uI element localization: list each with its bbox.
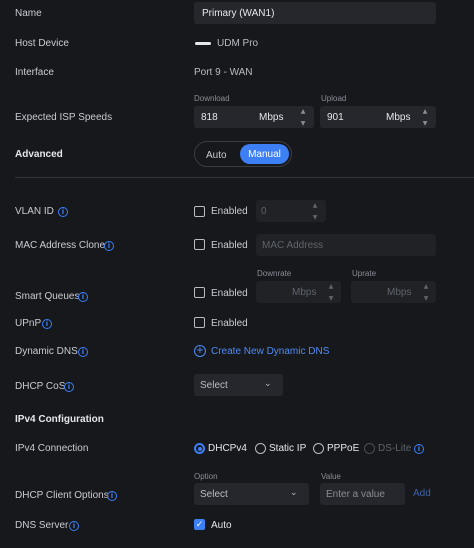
isp-speeds-label: Expected ISP Speeds — [15, 112, 113, 123]
vlan-id-input[interactable]: 0 ▲ ▼ — [256, 200, 326, 222]
advanced-label: Advanced — [15, 149, 63, 160]
mac-clone-checkbox[interactable] — [194, 239, 205, 250]
interface-label: Interface — [15, 67, 54, 78]
advanced-auto-option[interactable]: Auto — [206, 150, 227, 161]
uprate-input[interactable]: Mbps ▲ ▼ — [351, 281, 436, 303]
download-speed-input[interactable]: 818 Mbps ▲ ▼ — [194, 106, 314, 128]
radio-ds-lite — [364, 443, 375, 454]
upload-speed-input[interactable]: 901 Mbps ▲ ▼ — [320, 106, 436, 128]
downrate-input[interactable]: Mbps ▲ ▼ — [256, 281, 341, 303]
upload-unit: Mbps — [386, 112, 411, 123]
vlan-enabled-checkbox[interactable] — [194, 206, 205, 217]
dhcp-value-input[interactable]: Enter a value — [320, 483, 405, 505]
advanced-toggle[interactable]: Auto Manual — [194, 141, 292, 167]
dynamic-dns-label: Dynamic DNS — [15, 346, 78, 357]
vlan-id-value: 0 — [261, 206, 267, 217]
downrate-stepper-icon[interactable]: ▲ ▼ — [326, 284, 336, 302]
add-option-button[interactable]: Add — [413, 488, 431, 499]
interface-value: Port 9 - WAN — [194, 67, 253, 78]
dhcp-client-options-info-icon[interactable]: i — [107, 491, 117, 501]
upnp-enabled-label: Enabled — [211, 318, 248, 329]
udm-device-icon — [195, 42, 211, 45]
create-dynamic-dns-link[interactable]: Create New Dynamic DNS — [211, 346, 329, 357]
upload-value: 901 — [327, 112, 344, 123]
advanced-manual-option[interactable]: Manual — [240, 144, 289, 164]
upnp-info-icon[interactable]: i — [42, 319, 52, 329]
dhcp-cos-label: DHCP CoS — [15, 381, 66, 392]
downrate-label: Downrate — [257, 269, 292, 278]
chevron-down-icon: ⌄ — [264, 379, 272, 389]
radio-dhcpv4[interactable] — [194, 443, 205, 454]
mac-clone-label: MAC Address Clone — [15, 240, 106, 251]
chevron-down-icon: ⌄ — [290, 488, 298, 498]
host-device-value: UDM Pro — [217, 38, 259, 49]
upnp-checkbox[interactable] — [194, 317, 205, 328]
pppoe-label[interactable]: PPPoE — [327, 443, 359, 454]
dns-auto-label: Auto — [211, 520, 232, 531]
upload-label: Upload — [321, 94, 347, 103]
plus-circle-icon[interactable]: + — [194, 345, 206, 357]
dns-server-info-icon[interactable]: i — [69, 521, 79, 531]
ipv4-section-title: IPv4 Configuration — [15, 414, 104, 425]
dhcp-cos-info-icon[interactable]: i — [64, 382, 74, 392]
vlan-id-label: VLAN ID — [15, 206, 54, 217]
vlan-info-icon[interactable]: i — [58, 207, 68, 217]
dhcp-cos-select-value: Select — [200, 380, 228, 391]
mac-address-input[interactable]: MAC Address — [256, 234, 436, 256]
download-label: Download — [194, 94, 230, 103]
vlan-enabled-label: Enabled — [211, 206, 248, 217]
uprate-unit: Mbps — [387, 287, 412, 298]
smart-queues-info-icon[interactable]: i — [78, 292, 88, 302]
downrate-unit: Mbps — [292, 287, 317, 298]
mac-clone-enabled-label: Enabled — [211, 240, 248, 251]
name-input[interactable]: Primary (WAN1) — [194, 2, 436, 24]
dns-server-label: DNS Server — [15, 520, 69, 531]
vlan-stepper-icon[interactable]: ▲ ▼ — [310, 203, 320, 221]
ipv4-connection-label: IPv4 Connection — [15, 443, 89, 454]
dhcp-client-options-label: DHCP Client Options — [15, 490, 109, 501]
host-device-label: Host Device — [15, 38, 69, 49]
mac-clone-info-icon[interactable]: i — [104, 241, 114, 251]
dynamic-dns-info-icon[interactable]: i — [78, 347, 88, 357]
smart-queues-checkbox[interactable] — [194, 287, 205, 298]
name-label: Name — [15, 8, 42, 19]
download-stepper-icon[interactable]: ▲ ▼ — [298, 109, 308, 127]
option-label: Option — [194, 472, 218, 481]
upload-stepper-icon[interactable]: ▲ ▼ — [420, 109, 430, 127]
dhcp-cos-select[interactable]: Select ⌄ — [194, 374, 283, 396]
static-ip-label[interactable]: Static IP — [269, 443, 306, 454]
uprate-stepper-icon[interactable]: ▲ ▼ — [421, 284, 431, 302]
smart-queues-label: Smart Queues — [15, 291, 80, 302]
value-label: Value — [321, 472, 341, 481]
ipv4-info-icon[interactable]: i — [414, 444, 424, 454]
smart-queues-enabled-label: Enabled — [211, 288, 248, 299]
dhcp-option-select[interactable]: Select ⌄ — [194, 483, 309, 505]
uprate-label: Uprate — [352, 269, 377, 278]
dhcp-option-select-value: Select — [200, 489, 228, 500]
download-value: 818 — [201, 112, 218, 123]
ds-lite-label: DS-Lite — [378, 443, 412, 454]
upnp-label: UPnP — [15, 318, 42, 329]
dhcpv4-label[interactable]: DHCPv4 — [208, 443, 247, 454]
section-divider — [15, 177, 474, 178]
download-unit: Mbps — [259, 112, 284, 123]
dns-auto-checkbox[interactable]: ✓ — [194, 519, 205, 530]
radio-pppoe[interactable] — [313, 443, 324, 454]
radio-static-ip[interactable] — [255, 443, 266, 454]
